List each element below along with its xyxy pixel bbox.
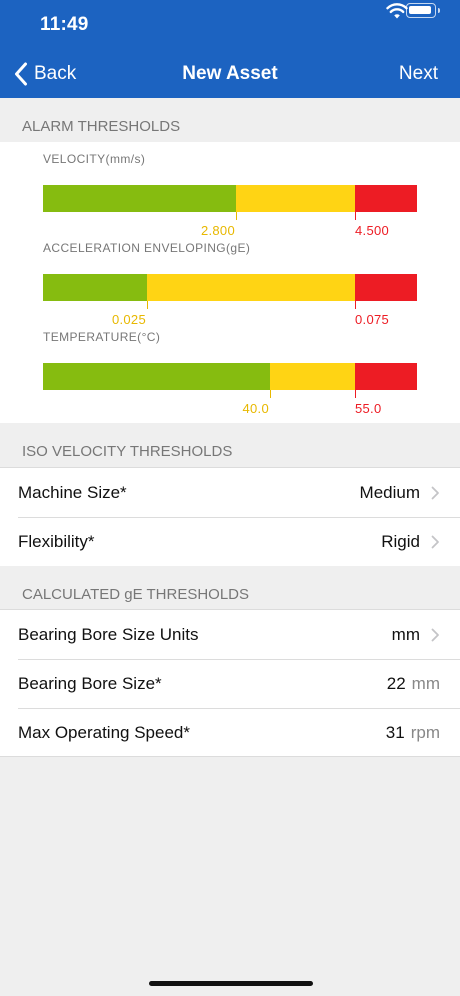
velocity-gauge-label: VELOCITY(mm/s): [43, 152, 146, 166]
acceleration-warning-value: 0.025: [111, 312, 146, 327]
iso-velocity-header: ISO VELOCITY THRESHOLDS: [0, 423, 460, 467]
alarm-thresholds-panel: VELOCITY(mm/s) 2.800 4.500 ACCELERATION …: [0, 142, 460, 423]
bore-size-label: Bearing Bore Size*: [18, 673, 162, 693]
divider: [0, 756, 460, 757]
acceleration-gauge: 0.025 0.075: [43, 274, 417, 327]
acceleration-ok-segment: [43, 274, 147, 301]
chevron-right-icon: [431, 628, 439, 641]
temperature-warning-segment: [270, 363, 355, 390]
bore-size-units-row[interactable]: Bearing Bore Size Units mm: [0, 610, 460, 659]
bore-size-units-label: Bearing Bore Size Units: [18, 624, 199, 644]
acceleration-gauge-label: ACCELERATION ENVELOPING(gE): [43, 241, 251, 255]
next-button[interactable]: Next: [399, 63, 438, 85]
iso-settings-group: Machine Size* Medium Flexibility* Rigid: [0, 468, 460, 566]
acceleration-alarm-value: 0.075: [355, 312, 390, 327]
temperature-ok-segment: [43, 363, 270, 390]
temperature-warning-value: 40.0: [242, 401, 269, 416]
chevron-right-icon: [431, 486, 439, 499]
velocity-alarm-value: 4.500: [355, 223, 390, 238]
acceleration-warning-tick: [147, 301, 148, 309]
velocity-alarm-tick: [355, 212, 356, 220]
temperature-alarm-value: 55.0: [355, 401, 382, 416]
temperature-warning-tick: [270, 390, 271, 398]
machine-size-value: Medium: [359, 482, 420, 502]
page-title: New Asset: [182, 63, 278, 84]
alarm-thresholds-header: ALARM THRESHOLDS: [0, 98, 460, 142]
home-indicator[interactable]: [149, 981, 313, 986]
flexibility-row[interactable]: Flexibility* Rigid: [0, 517, 460, 566]
max-speed-unit: rpm: [410, 722, 440, 742]
acceleration-warning-segment: [147, 274, 355, 301]
flexibility-value: Rigid: [381, 531, 420, 551]
velocity-warning-segment: [236, 185, 355, 212]
max-speed-row[interactable]: Max Operating Speed* 31 rpm: [0, 708, 460, 757]
wifi-icon: [386, 3, 408, 19]
velocity-warning-tick: [236, 212, 237, 220]
machine-size-row[interactable]: Machine Size* Medium: [0, 468, 460, 517]
ge-settings-group: Bearing Bore Size Units mm Bearing Bore …: [0, 610, 460, 757]
max-speed-label: Max Operating Speed*: [18, 722, 190, 742]
battery-icon: [406, 3, 440, 18]
velocity-warning-value: 2.800: [200, 223, 235, 238]
temperature-gauge: 40.0 55.0: [43, 363, 417, 416]
calculated-ge-header: CALCULATED gE THRESHOLDS: [0, 566, 460, 610]
max-speed-value[interactable]: 31: [386, 723, 405, 743]
temperature-gauge-label: TEMPERATURE(°C): [43, 330, 161, 344]
flexibility-label: Flexibility*: [18, 531, 95, 551]
acceleration-alarm-segment: [355, 274, 417, 301]
chevron-right-icon: [431, 535, 439, 548]
bore-size-unit: mm: [411, 673, 440, 693]
machine-size-label: Machine Size*: [18, 482, 127, 502]
velocity-alarm-segment: [355, 185, 417, 212]
temperature-alarm-segment: [355, 363, 417, 390]
status-time: 11:49: [40, 14, 89, 35]
acceleration-alarm-tick: [355, 301, 356, 309]
bore-size-units-value: mm: [391, 624, 420, 644]
temperature-alarm-tick: [355, 390, 356, 398]
bore-size-row[interactable]: Bearing Bore Size* 22 mm: [0, 659, 460, 708]
velocity-gauge: 2.800 4.500: [43, 185, 417, 238]
navigation-bar: 11:49 Back New Asset Next: [0, 0, 460, 98]
velocity-ok-segment: [43, 185, 236, 212]
bore-size-value[interactable]: 22: [387, 674, 406, 694]
